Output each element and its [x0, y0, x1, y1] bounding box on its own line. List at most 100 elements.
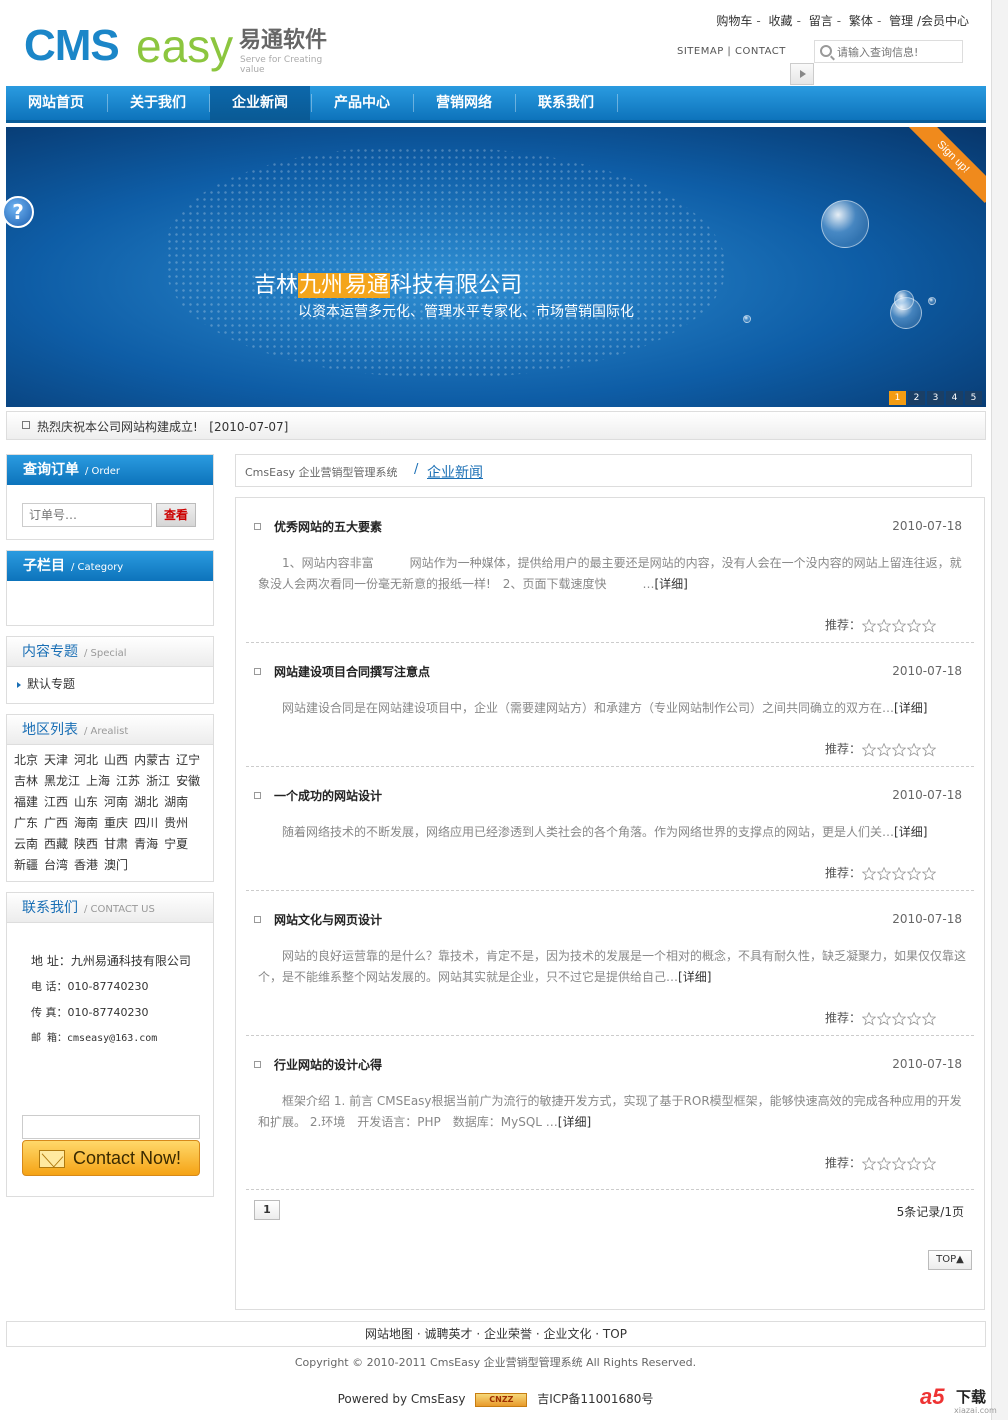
- cnzz-stat-icon[interactable]: CNZZ: [475, 1392, 528, 1407]
- nav-contact[interactable]: 联系我们: [516, 86, 616, 120]
- star-icon[interactable]: [862, 742, 876, 757]
- footer-link-sitemap[interactable]: 网站地图: [365, 1327, 413, 1341]
- region-link[interactable]: 香港: [74, 855, 98, 876]
- region-link[interactable]: 青海: [134, 834, 158, 855]
- article-title[interactable]: 优秀网站的五大要素: [274, 518, 382, 535]
- star-icon[interactable]: [922, 1011, 936, 1026]
- region-link[interactable]: 西藏: [44, 834, 68, 855]
- region-link[interactable]: 辽宁: [176, 750, 200, 771]
- star-icon[interactable]: [907, 866, 921, 881]
- back-to-top-button[interactable]: TOP▲: [928, 1250, 972, 1270]
- help-icon[interactable]: ?: [2, 196, 34, 228]
- signup-ribbon[interactable]: Sign up!: [906, 127, 986, 207]
- nav-home[interactable]: 网站首页: [6, 86, 106, 120]
- star-icon[interactable]: [907, 618, 921, 633]
- order-number-input[interactable]: [22, 503, 152, 527]
- region-link[interactable]: 安徽: [176, 771, 200, 792]
- member-center-link[interactable]: /会员中心: [917, 14, 969, 28]
- slide-dot[interactable]: 1: [889, 391, 906, 405]
- region-link[interactable]: 广西: [44, 813, 68, 834]
- footer-link-top[interactable]: TOP: [603, 1327, 627, 1341]
- cart-link[interactable]: 购物车: [716, 14, 752, 28]
- star-icon[interactable]: [907, 1156, 921, 1171]
- article-title[interactable]: 网站文化与网页设计: [274, 911, 382, 928]
- region-link[interactable]: 广东: [14, 813, 38, 834]
- star-icon[interactable]: [907, 742, 921, 757]
- contact-input[interactable]: [22, 1115, 200, 1139]
- star-icon[interactable]: [862, 866, 876, 881]
- slide-dot[interactable]: 4: [946, 391, 963, 405]
- region-link[interactable]: 重庆: [104, 813, 128, 834]
- region-link[interactable]: 河南: [104, 792, 128, 813]
- star-icon[interactable]: [862, 1156, 876, 1171]
- nav-about[interactable]: 关于我们: [108, 86, 208, 120]
- region-link[interactable]: 四川: [134, 813, 158, 834]
- region-link[interactable]: 陕西: [74, 834, 98, 855]
- region-link[interactable]: 江西: [44, 792, 68, 813]
- region-link[interactable]: 台湾: [44, 855, 68, 876]
- page-scrollbar[interactable]: [991, 0, 1008, 1420]
- nav-products[interactable]: 产品中心: [312, 86, 412, 120]
- admin-link[interactable]: 管理: [889, 14, 913, 28]
- star-icon[interactable]: [892, 742, 906, 757]
- article-title[interactable]: 网站建设项目合同撰写注意点: [274, 663, 430, 680]
- contact-now-button[interactable]: Contact Now!: [22, 1140, 200, 1176]
- slide-dot[interactable]: 3: [927, 391, 944, 405]
- region-link[interactable]: 江苏: [116, 771, 140, 792]
- ticker-link[interactable]: 热烈庆祝本公司网站构建成立!: [37, 420, 198, 434]
- star-icon[interactable]: [892, 1011, 906, 1026]
- breadcrumb-site[interactable]: CmsEasy 企业营销型管理系统: [245, 464, 398, 480]
- region-link[interactable]: 内蒙古: [134, 750, 170, 771]
- detail-link[interactable]: [详细]: [558, 1115, 591, 1129]
- footer-link-culture[interactable]: 企业文化: [543, 1327, 591, 1341]
- region-link[interactable]: 湖北: [134, 792, 158, 813]
- region-link[interactable]: 吉林: [14, 771, 38, 792]
- order-view-button[interactable]: 查看: [156, 503, 196, 527]
- region-link[interactable]: 浙江: [146, 771, 170, 792]
- page-number-button[interactable]: 1: [254, 1200, 280, 1220]
- star-icon[interactable]: [907, 1011, 921, 1026]
- region-link[interactable]: 新疆: [14, 855, 38, 876]
- region-link[interactable]: 河北: [74, 750, 98, 771]
- region-link[interactable]: 黑龙江: [44, 771, 80, 792]
- region-link[interactable]: 福建: [14, 792, 38, 813]
- search-input[interactable]: [837, 43, 959, 61]
- region-link[interactable]: 云南: [14, 834, 38, 855]
- region-link[interactable]: 甘肃: [104, 834, 128, 855]
- star-icon[interactable]: [862, 618, 876, 633]
- search-submit-button[interactable]: [790, 63, 814, 85]
- star-icon[interactable]: [892, 866, 906, 881]
- contact-link[interactable]: CONTACT: [735, 46, 786, 57]
- slide-dot[interactable]: 5: [965, 391, 982, 405]
- star-icon[interactable]: [877, 866, 891, 881]
- nav-news[interactable]: 企业新闻: [210, 86, 310, 120]
- article-title[interactable]: 行业网站的设计心得: [274, 1056, 382, 1073]
- region-link[interactable]: 北京: [14, 750, 38, 771]
- star-icon[interactable]: [877, 742, 891, 757]
- region-link[interactable]: 山西: [104, 750, 128, 771]
- special-item[interactable]: 默认专题: [17, 675, 75, 692]
- region-link[interactable]: 上海: [86, 771, 110, 792]
- footer-link-jobs[interactable]: 诚聘英才: [425, 1327, 473, 1341]
- star-icon[interactable]: [877, 1156, 891, 1171]
- detail-link[interactable]: [详细]: [894, 701, 927, 715]
- star-icon[interactable]: [877, 618, 891, 633]
- region-link[interactable]: 山东: [74, 792, 98, 813]
- site-logo[interactable]: CMS easy 易通软件 Serve for Creating value: [24, 22, 344, 76]
- detail-link[interactable]: [详细]: [894, 825, 927, 839]
- footer-link-honors[interactable]: 企业荣誉: [484, 1327, 532, 1341]
- region-link[interactable]: 湖南: [164, 792, 188, 813]
- star-icon[interactable]: [862, 1011, 876, 1026]
- detail-link[interactable]: [详细]: [678, 970, 711, 984]
- hero-banner[interactable]: 吉林九州易通科技有限公司 以资本运营多元化、管理水平专家化、市场营销国际化 Si…: [6, 127, 986, 407]
- star-icon[interactable]: [922, 1156, 936, 1171]
- nav-marketing[interactable]: 营销网络: [414, 86, 514, 120]
- sitemap-link[interactable]: SITEMAP: [677, 46, 724, 57]
- breadcrumb-current[interactable]: 企业新闻: [427, 462, 483, 482]
- region-link[interactable]: 贵州: [164, 813, 188, 834]
- star-icon[interactable]: [892, 618, 906, 633]
- star-icon[interactable]: [922, 866, 936, 881]
- traditional-link[interactable]: 繁体: [849, 14, 873, 28]
- star-icon[interactable]: [892, 1156, 906, 1171]
- region-link[interactable]: 天津: [44, 750, 68, 771]
